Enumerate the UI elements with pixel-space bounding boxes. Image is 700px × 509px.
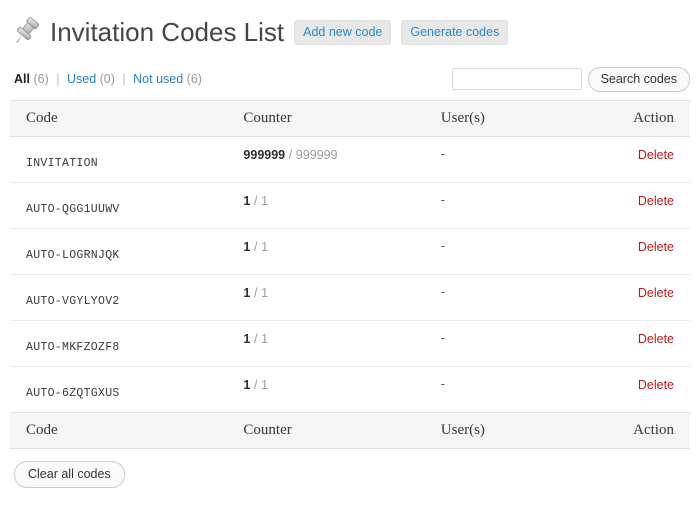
cell-code: AUTO-6ZQTGXUS [10,366,244,413]
add-new-code-button[interactable]: Add new code [294,19,392,45]
page-title: Invitation Codes List [50,17,285,47]
invitation-codes-table: Code Counter User(s) Action INVITATION 99… [10,100,690,449]
cell-users: - [440,182,634,229]
search-codes-button[interactable]: Search codes [587,66,690,92]
table-row: AUTO-VGYLYOV2 1 / 1- Delete [10,274,690,321]
column-header-action[interactable]: Action [633,100,690,137]
admin-page: Invitation Codes List Add new code Gener… [0,0,700,488]
cell-code: AUTO-LOGRNJQK [10,228,244,275]
pushpin-icon [10,15,44,49]
generate-codes-button[interactable]: Generate codes [401,19,509,45]
cell-users: - [440,320,634,367]
cell-action: Delete [633,136,690,183]
counter-used: 1 [243,378,251,392]
code-value: INVITATION [26,157,99,170]
cell-counter: 1 / 1 [243,274,441,321]
filter-count-not-used: (6) [186,72,202,86]
counter-used: 1 [243,332,251,346]
filter-link-used[interactable]: Used [67,72,96,86]
cell-action: Delete [633,228,690,275]
cell-users: - [440,274,634,321]
filter-separator: | [56,72,60,86]
delete-code-link[interactable]: Delete [638,194,674,208]
search-box: Search codes [451,66,690,92]
cell-code: AUTO-QGG1UUWV [10,182,244,229]
delete-code-link[interactable]: Delete [638,332,674,346]
delete-code-link[interactable]: Delete [638,240,674,254]
status-filter-links: All (6) | Used (0) | Not used (6) [10,72,202,86]
counter-total: 1 [261,332,269,346]
counter-used: 1 [243,240,251,254]
filter-link-not-used[interactable]: Not used [133,72,183,86]
cell-action: Delete [633,274,690,321]
counter-separator: / [254,378,258,392]
page-header: Invitation Codes List Add new code Gener… [10,10,690,54]
cell-users: - [440,136,634,183]
table-row: AUTO-6ZQTGXUS 1 / 1- Delete [10,366,690,413]
cell-code: INVITATION [10,136,244,183]
filter-and-search-bar: All (6) | Used (0) | Not used (6) Search… [10,64,690,94]
column-footer-code[interactable]: Code [10,412,244,449]
counter-separator: / [254,332,258,346]
table-row: AUTO-LOGRNJQK 1 / 1- Delete [10,228,690,275]
column-footer-counter[interactable]: Counter [243,412,441,449]
counter-total: 1 [261,378,269,392]
counter-total: 1 [261,240,269,254]
delete-code-link[interactable]: Delete [638,148,674,162]
cell-users: - [440,366,634,413]
counter-used: 1 [243,286,251,300]
filter-count-used: (0) [99,72,115,86]
table-footer-row: Code Counter User(s) Action [10,412,690,449]
column-header-users[interactable]: User(s) [440,100,634,137]
counter-separator: / [254,240,258,254]
column-header-counter[interactable]: Counter [243,100,441,137]
cell-counter: 1 / 1 [243,228,441,275]
table-footer: Code Counter User(s) Action [10,412,690,449]
counter-separator: / [254,194,258,208]
code-value: AUTO-QGG1UUWV [26,203,120,216]
column-header-code[interactable]: Code [10,100,244,137]
search-input[interactable] [451,68,582,90]
counter-separator: / [254,286,258,300]
counter-total: 999999 [295,148,338,162]
cell-counter: 999999 / 999999 [243,136,441,183]
counter-used: 1 [243,194,251,208]
delete-code-link[interactable]: Delete [638,378,674,392]
table-body: INVITATION 999999 / 999999- Delete AUTO-QGG… [10,136,690,413]
code-value: AUTO-LOGRNJQK [26,249,120,262]
cell-counter: 1 / 1 [243,320,441,367]
column-footer-users[interactable]: User(s) [440,412,634,449]
table-row: AUTO-MKFZOZF8 1 / 1- Delete [10,320,690,367]
filter-link-all[interactable]: All [14,72,30,86]
table-row: INVITATION 999999 / 999999- Delete [10,136,690,183]
counter-total: 1 [261,286,269,300]
cell-action: Delete [633,182,690,229]
clear-all-codes-button[interactable]: Clear all codes [14,461,125,488]
table-header-row: Code Counter User(s) Action [10,100,690,137]
cell-users: - [440,228,634,275]
table-row: AUTO-QGG1UUWV 1 / 1- Delete [10,182,690,229]
code-value: AUTO-VGYLYOV2 [26,295,120,308]
code-value: AUTO-6ZQTGXUS [26,387,120,400]
cell-action: Delete [633,366,690,413]
code-value: AUTO-MKFZOZF8 [26,341,120,354]
table-header: Code Counter User(s) Action [10,100,690,137]
counter-separator: / [288,148,293,162]
cell-counter: 1 / 1 [243,366,441,413]
column-footer-action[interactable]: Action [633,412,690,449]
filter-separator: | [122,72,126,86]
delete-code-link[interactable]: Delete [638,286,674,300]
filter-count-all: (6) [33,72,49,86]
cell-code: AUTO-VGYLYOV2 [10,274,244,321]
cell-code: AUTO-MKFZOZF8 [10,320,244,367]
cell-counter: 1 / 1 [243,182,441,229]
counter-total: 1 [261,194,269,208]
cell-action: Delete [633,320,690,367]
bottom-actions: Clear all codes [10,461,690,488]
counter-used: 999999 [243,148,286,162]
